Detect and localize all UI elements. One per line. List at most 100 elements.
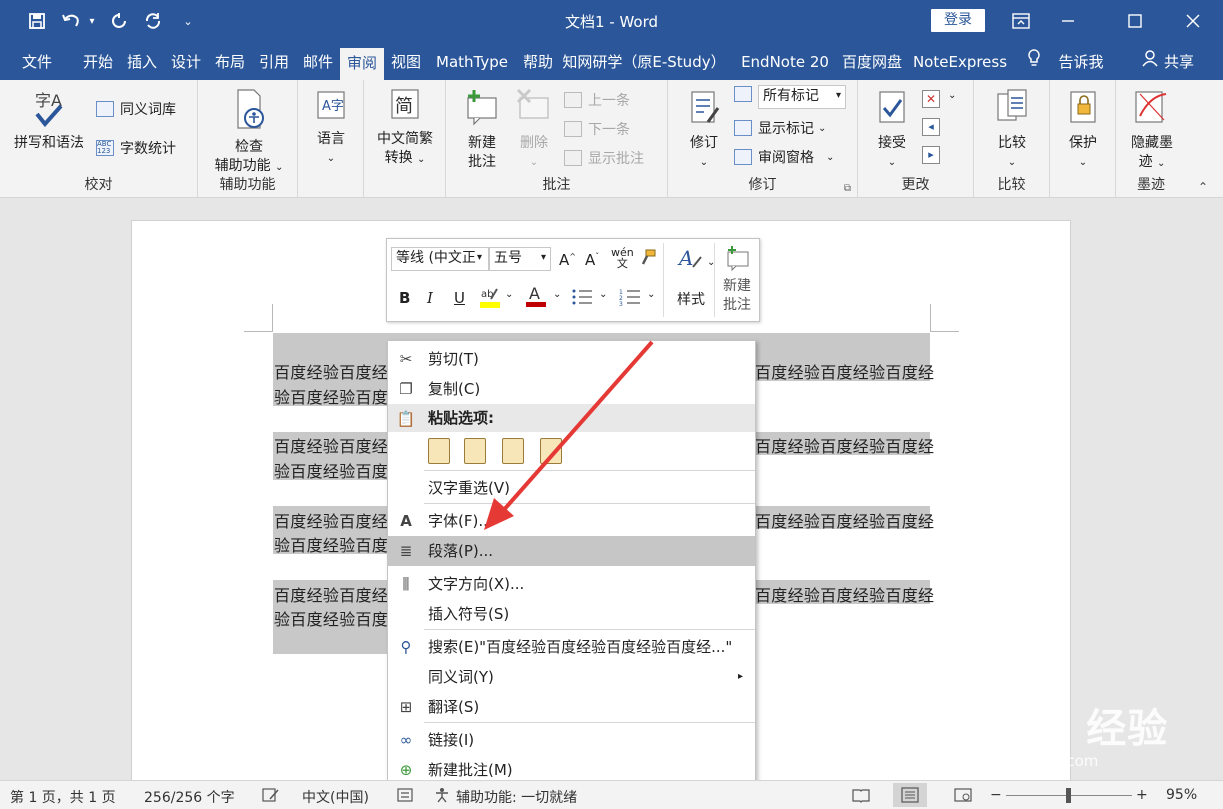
previous-change-icon[interactable]: ◂ bbox=[922, 118, 940, 136]
share-person-icon[interactable] bbox=[1140, 48, 1160, 80]
font-name-dropdown[interactable]: 等线 (中文正 bbox=[391, 247, 489, 271]
chinese-conversion-button[interactable]: 简 中文简繁 转换 ⌄ bbox=[368, 88, 442, 169]
close-icon[interactable] bbox=[1173, 6, 1213, 36]
tab-home[interactable]: 开始 bbox=[76, 48, 120, 80]
tab-cnki[interactable]: 知网研学（原E-Study） bbox=[560, 48, 728, 80]
hide-ink-button[interactable]: 隐藏墨 迹 ⌄ bbox=[1124, 88, 1180, 173]
menu-item-link[interactable]: ∞ 链接(I) bbox=[388, 725, 755, 755]
delete-comment-button[interactable]: 删除 ⌄ bbox=[508, 88, 560, 172]
dialog-launcher-icon[interactable]: ⧉ bbox=[844, 183, 851, 194]
doc-text-line: 验百度经验百度 bbox=[274, 388, 389, 407]
page-count[interactable]: 第 1 页，共 1 页 bbox=[10, 787, 116, 807]
chevron-down-icon[interactable]: ⌄ bbox=[599, 289, 607, 300]
print-layout-icon[interactable] bbox=[893, 783, 927, 807]
tab-endnote[interactable]: EndNote 20 bbox=[736, 48, 834, 80]
tab-layout[interactable]: 布局 bbox=[208, 48, 252, 80]
language-button[interactable]: A字 语言 ⌄ bbox=[306, 88, 356, 168]
word-count-button[interactable]: ABC 123 字数统计 bbox=[96, 138, 176, 158]
chevron-down-icon[interactable]: ▾ bbox=[477, 252, 482, 263]
new-comment-button[interactable]: 新建 批注 bbox=[456, 88, 508, 172]
bold-icon[interactable]: B bbox=[399, 289, 410, 307]
bullets-icon[interactable] bbox=[571, 287, 593, 311]
format-painter-icon[interactable] bbox=[639, 249, 657, 271]
minimize-icon[interactable] bbox=[1048, 6, 1088, 36]
next-comment-button[interactable]: 下一条 bbox=[564, 119, 630, 139]
paste-merge-format-icon[interactable] bbox=[464, 438, 486, 464]
menu-item-copy[interactable]: ❐ 复制(C) bbox=[388, 374, 755, 404]
menu-item-text-direction[interactable]: ⫼ 文字方向(X)... bbox=[388, 569, 755, 599]
macro-icon[interactable] bbox=[396, 787, 414, 807]
font-size-dropdown[interactable]: 五号 ▾ bbox=[489, 247, 551, 271]
tab-references[interactable]: 引用 bbox=[252, 48, 296, 80]
mini-new-comment-button[interactable]: 新建 批注 bbox=[717, 245, 757, 315]
next-change-icon[interactable]: ▸ bbox=[922, 146, 940, 164]
menu-item-reconvert[interactable]: 汉字重选(V) bbox=[388, 473, 755, 503]
tab-help[interactable]: 帮助 bbox=[516, 48, 560, 80]
zoom-level[interactable]: 95% bbox=[1166, 787, 1197, 803]
show-comments-button[interactable]: 显示批注 bbox=[564, 148, 644, 168]
tab-design[interactable]: 设计 bbox=[164, 48, 208, 80]
tell-me[interactable]: 告诉我 bbox=[1052, 48, 1110, 80]
paste-text-only-icon[interactable] bbox=[540, 438, 562, 464]
review-pane-button[interactable]: 审阅窗格 ⌄ bbox=[734, 147, 834, 167]
web-layout-icon[interactable] bbox=[954, 787, 972, 807]
markup-dropdown[interactable]: 所有标记 ▾ bbox=[758, 85, 846, 109]
menu-item-paragraph[interactable]: ≣ 段落(P)... bbox=[388, 536, 755, 566]
doc-text-line: 验百度经验百度 bbox=[274, 462, 389, 481]
ribbon-display-icon[interactable] bbox=[1001, 6, 1041, 36]
paste-keep-source-icon[interactable] bbox=[428, 438, 450, 464]
zoom-in-icon[interactable]: + bbox=[1136, 787, 1148, 803]
styles-button[interactable]: A ⌄ 样式 bbox=[669, 245, 715, 309]
language-status[interactable]: 中文(中国) bbox=[302, 787, 369, 807]
underline-icon[interactable]: U bbox=[454, 289, 465, 307]
accessibility-status-icon[interactable] bbox=[434, 787, 454, 807]
menu-item-translate[interactable]: ⊞ 翻译(S) bbox=[388, 692, 755, 722]
track-changes-button[interactable]: 修订 ⌄ bbox=[678, 88, 730, 172]
spell-grammar-button[interactable]: 字A 拼写和语法 bbox=[10, 88, 88, 153]
chevron-down-icon[interactable]: ⌄ bbox=[948, 90, 956, 101]
menu-item-cut[interactable]: ✂ 剪切(T) bbox=[388, 344, 755, 374]
maximize-icon[interactable] bbox=[1115, 6, 1155, 36]
share-button[interactable]: 共享 bbox=[1160, 48, 1198, 80]
check-accessibility-button[interactable]: 检查 辅助功能 ⌄ bbox=[206, 88, 292, 177]
tab-baidu-netdisk[interactable]: 百度网盘 bbox=[836, 48, 908, 80]
protect-button[interactable]: 保护 ⌄ bbox=[1056, 88, 1110, 172]
tab-review[interactable]: 审阅 bbox=[340, 48, 384, 80]
read-mode-icon[interactable] bbox=[852, 787, 870, 807]
word-count[interactable]: 256/256 个字 bbox=[144, 787, 235, 807]
tab-view[interactable]: 视图 bbox=[384, 48, 428, 80]
reject-icon[interactable]: ✕ bbox=[922, 90, 940, 108]
menu-item-synonyms[interactable]: 同义词(Y) ▸ bbox=[388, 662, 755, 692]
accept-button[interactable]: 接受 ⌄ bbox=[866, 88, 918, 172]
chevron-down-icon[interactable]: ⌄ bbox=[553, 289, 561, 300]
tab-noteexpress[interactable]: NoteExpress bbox=[908, 48, 1012, 80]
zoom-out-icon[interactable]: − bbox=[990, 787, 1002, 803]
tab-file[interactable]: 文件 bbox=[14, 48, 60, 80]
highlight-icon[interactable]: ab bbox=[479, 285, 501, 313]
grow-font-icon[interactable]: A^ bbox=[559, 251, 576, 269]
numbering-icon[interactable]: 123 bbox=[619, 287, 641, 311]
thesaurus-button[interactable]: 同义词库 bbox=[96, 99, 176, 119]
tab-insert[interactable]: 插入 bbox=[120, 48, 164, 80]
tab-mailings[interactable]: 邮件 bbox=[296, 48, 340, 80]
proofing-status-icon[interactable] bbox=[262, 787, 280, 807]
menu-item-font[interactable]: A 字体(F)... bbox=[388, 506, 755, 536]
login-button[interactable]: 登录 bbox=[931, 9, 985, 32]
italic-icon[interactable]: I bbox=[427, 289, 433, 307]
show-markup-button[interactable]: 显示标记 ⌄ bbox=[734, 118, 826, 138]
shrink-font-icon[interactable]: Aˇ bbox=[585, 251, 599, 269]
phonetic-guide-icon[interactable]: wén 文 bbox=[611, 247, 634, 269]
font-color-icon[interactable]: A bbox=[525, 283, 547, 313]
chevron-down-icon[interactable]: ⌄ bbox=[505, 289, 513, 300]
prev-comment-button[interactable]: 上一条 bbox=[564, 90, 630, 110]
collapse-ribbon-icon[interactable]: ⌃ bbox=[1198, 180, 1208, 194]
chevron-down-icon[interactable]: ⌄ bbox=[647, 289, 655, 300]
group-label-changes: 更改 bbox=[901, 177, 930, 193]
menu-item-insert-symbol[interactable]: 插入符号(S) bbox=[388, 599, 755, 629]
paste-picture-icon[interactable] bbox=[502, 438, 524, 464]
tab-mathtype[interactable]: MathType bbox=[428, 48, 516, 80]
accessibility-status[interactable]: 辅助功能: 一切就绪 bbox=[456, 787, 577, 807]
zoom-slider-thumb[interactable] bbox=[1066, 788, 1071, 803]
compare-button[interactable]: 比较 ⌄ bbox=[984, 88, 1040, 172]
menu-item-search[interactable]: ⚲ 搜索(E)"百度经验百度经验百度经验百度经..." bbox=[388, 632, 755, 662]
